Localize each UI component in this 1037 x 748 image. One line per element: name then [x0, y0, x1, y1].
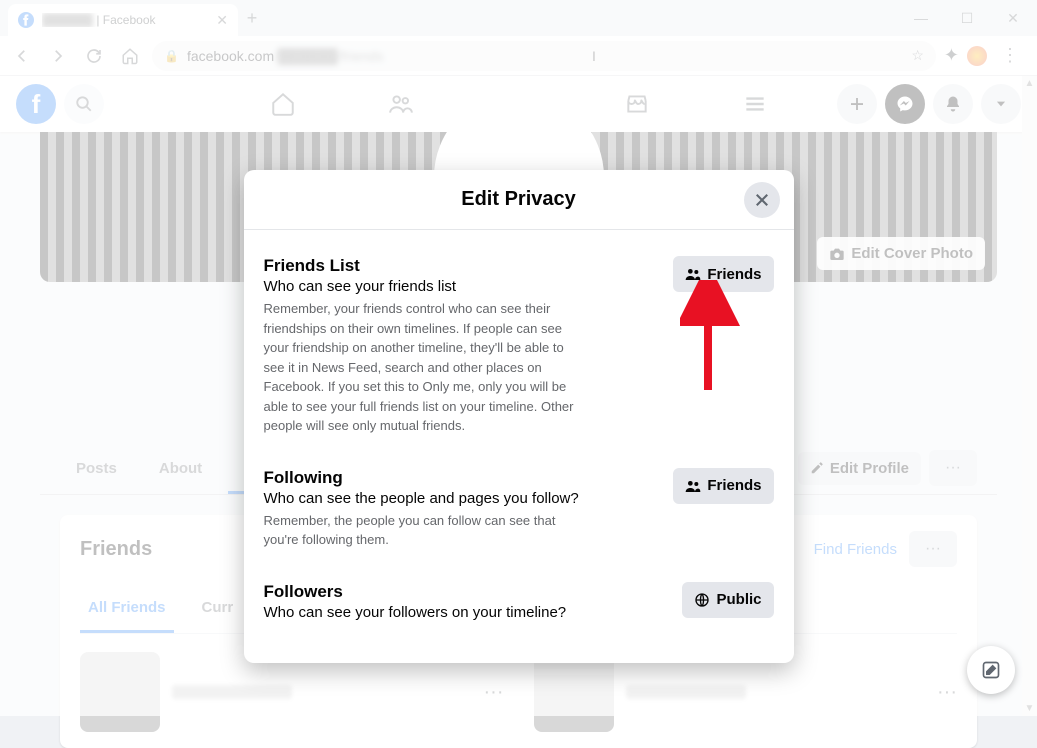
modal-close-button[interactable]	[744, 182, 780, 218]
friends-icon	[685, 478, 701, 494]
modal-title: Edit Privacy	[461, 188, 576, 211]
section-followers: Followers Who can see your followers on …	[264, 568, 774, 643]
edit-privacy-modal: Edit Privacy Friends List Who can see yo…	[244, 170, 794, 663]
section-description: Remember, your friends control who can s…	[264, 299, 574, 436]
audience-button-following[interactable]: Friends	[673, 468, 773, 504]
public-icon	[694, 592, 710, 608]
audience-button-friends-list[interactable]: Friends	[673, 256, 773, 292]
section-following: Following Who can see the people and pag…	[264, 454, 774, 568]
section-subtitle: Who can see the people and pages you fol…	[264, 490, 662, 507]
section-heading: Following	[264, 468, 662, 488]
section-friends-list: Friends List Who can see your friends li…	[264, 246, 774, 454]
compose-icon	[981, 660, 1001, 680]
section-subtitle: Who can see your followers on your timel…	[264, 604, 671, 621]
audience-button-followers[interactable]: Public	[682, 582, 773, 618]
close-icon	[753, 191, 771, 209]
modal-body: Friends List Who can see your friends li…	[244, 230, 794, 663]
section-subtitle: Who can see your friends list	[264, 278, 662, 295]
section-description: Remember, the people you can follow can …	[264, 511, 574, 550]
modal-header: Edit Privacy	[244, 170, 794, 230]
section-heading: Friends List	[264, 256, 662, 276]
section-heading: Followers	[264, 582, 671, 602]
compose-fab[interactable]	[967, 646, 1015, 694]
friends-icon	[685, 266, 701, 282]
